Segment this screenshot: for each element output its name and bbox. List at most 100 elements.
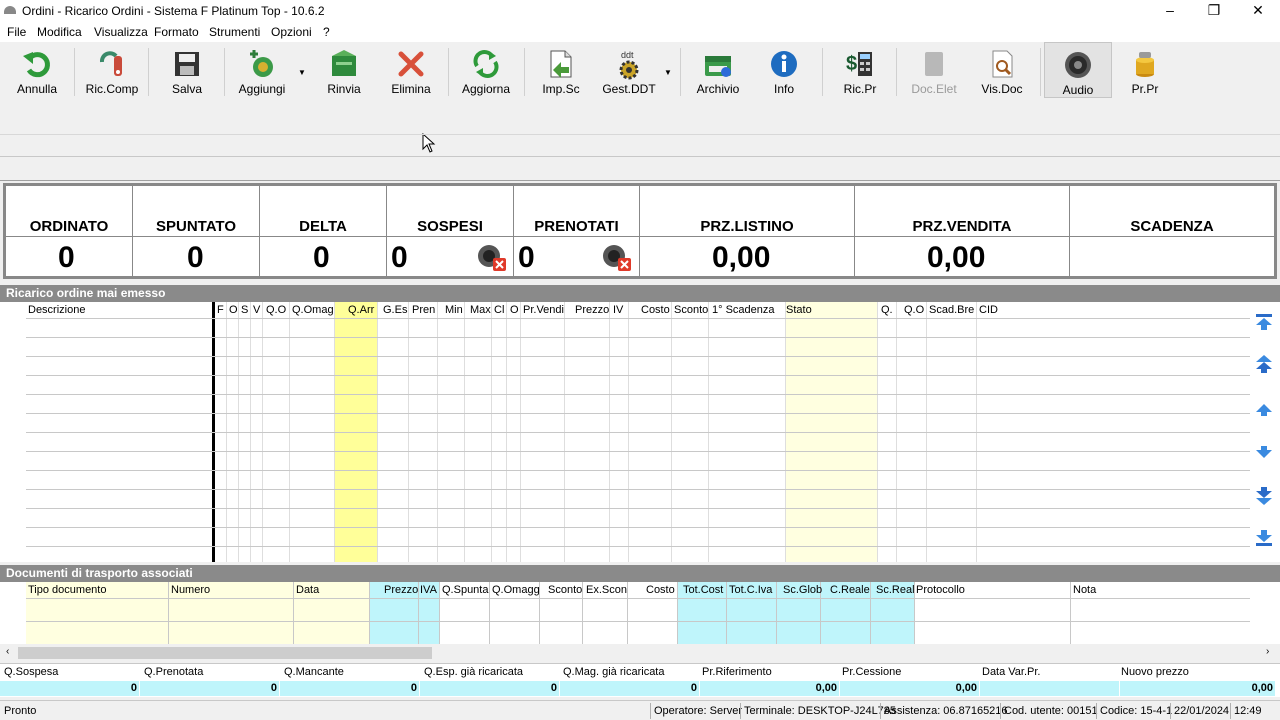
- table-row[interactable]: [26, 375, 1250, 376]
- table-row[interactable]: [26, 337, 1250, 338]
- col-header-qo[interactable]: Q.O: [266, 304, 286, 316]
- col-header-numero[interactable]: Numero: [171, 584, 210, 596]
- menu-strumenti[interactable]: Strumenti: [209, 25, 260, 39]
- menu-modifica[interactable]: Modifica: [37, 25, 82, 39]
- minimize-button[interactable]: –: [1148, 0, 1192, 22]
- page-down-icon[interactable]: [1254, 486, 1274, 506]
- scroll-bottom-icon[interactable]: [1254, 528, 1274, 548]
- prenotati-clear-icon[interactable]: [600, 242, 634, 274]
- archivio-button[interactable]: Archivio: [690, 42, 746, 98]
- pr-cessione-field[interactable]: 0,00: [840, 681, 980, 696]
- sospesi-clear-icon[interactable]: [475, 242, 509, 274]
- col-header-creale[interactable]: C.Reale: [830, 584, 870, 596]
- table-row[interactable]: [26, 621, 1250, 622]
- col-header-pren[interactable]: Pren: [412, 304, 435, 316]
- col-header-cid[interactable]: CID: [979, 304, 998, 316]
- col-header-sconto[interactable]: Sconto: [548, 584, 582, 596]
- col-header-tipo-documento[interactable]: Tipo documento: [28, 584, 106, 596]
- table-row[interactable]: [26, 356, 1250, 357]
- aggiungi-dropdown-arrow[interactable]: ▼: [298, 68, 306, 77]
- documenti-grid[interactable]: Tipo documento Numero Data Prezzo IVA Q.…: [0, 582, 1280, 644]
- audio-button[interactable]: Audio: [1044, 42, 1112, 98]
- restore-button[interactable]: ❐: [1192, 0, 1236, 22]
- scroll-right-icon[interactable]: ›: [1266, 646, 1269, 657]
- gest-ddt-button[interactable]: ddt Gest.DDT: [598, 42, 660, 98]
- col-header-o[interactable]: O: [229, 304, 238, 316]
- col-header-s[interactable]: S: [241, 304, 248, 316]
- col-header-qspunta[interactable]: Q.Spunta: [442, 584, 488, 596]
- col-header-cl[interactable]: Cl: [494, 304, 504, 316]
- pr-riferimento-field[interactable]: 0,00: [700, 681, 840, 696]
- ric-comp-button[interactable]: Ric.Comp: [84, 42, 140, 98]
- col-header-iv[interactable]: IV: [613, 304, 623, 316]
- table-row[interactable]: [26, 451, 1250, 452]
- page-up-icon[interactable]: [1254, 354, 1274, 374]
- col-header-scadbre[interactable]: Scad.Bre: [929, 304, 974, 316]
- menu-opzioni[interactable]: Opzioni: [271, 25, 312, 39]
- salva-button[interactable]: Salva: [160, 42, 214, 98]
- q-sospesa-field[interactable]: 0: [0, 681, 140, 696]
- col-header-descrizione[interactable]: Descrizione: [28, 304, 85, 316]
- col-header-exscon[interactable]: Ex.Scon: [586, 584, 627, 596]
- annulla-button[interactable]: Annulla: [10, 42, 64, 98]
- q-mancante-field[interactable]: 0: [280, 681, 420, 696]
- col-header-qarr[interactable]: Q.Arr: [348, 304, 374, 316]
- col-header-v[interactable]: V: [253, 304, 260, 316]
- col-header-max[interactable]: Max: [470, 304, 491, 316]
- col-header-nota[interactable]: Nota: [1073, 584, 1096, 596]
- col-header-prezzo[interactable]: Prezzo: [384, 584, 418, 596]
- menu-help[interactable]: ?: [323, 25, 330, 39]
- col-header-costo[interactable]: Costo: [641, 304, 670, 316]
- col-header-prezzo[interactable]: Prezzo: [575, 304, 609, 316]
- horizontal-scrollbar[interactable]: ‹ ›: [0, 644, 1280, 662]
- q-esp-ricaricata-field[interactable]: 0: [420, 681, 560, 696]
- ric-pr-button[interactable]: $ Ric.Pr: [834, 42, 886, 98]
- col-header-f[interactable]: F: [217, 304, 224, 316]
- q-mag-ricaricata-field[interactable]: 0: [560, 681, 700, 696]
- col-header-sconto[interactable]: Sconto: [674, 304, 708, 316]
- ricarico-grid[interactable]: Descrizione F O S V Q.O Q.Omag Q.Arr G.E…: [0, 302, 1280, 562]
- elimina-button[interactable]: Elimina: [384, 42, 438, 98]
- col-header-stato[interactable]: Stato: [786, 304, 812, 316]
- table-row[interactable]: [26, 470, 1250, 471]
- col-header-protocollo[interactable]: Protocollo: [916, 584, 965, 596]
- table-row[interactable]: [26, 508, 1250, 509]
- q-prenotata-field[interactable]: 0: [140, 681, 280, 696]
- row-up-icon[interactable]: [1254, 400, 1274, 420]
- table-row[interactable]: [26, 318, 1250, 319]
- col-header-prvendi[interactable]: Pr.Vendi: [523, 304, 564, 316]
- menu-visualizza[interactable]: Visualizza: [94, 25, 148, 39]
- scrollbar-thumb[interactable]: [18, 647, 432, 659]
- col-header-ges[interactable]: G.Es: [383, 304, 407, 316]
- table-row[interactable]: [26, 413, 1250, 414]
- col-header-min[interactable]: Min: [445, 304, 463, 316]
- col-header-scadenza[interactable]: 1° Scadenza: [712, 304, 775, 316]
- row-down-icon[interactable]: [1254, 442, 1274, 462]
- pr-pr-button[interactable]: Pr.Pr: [1120, 42, 1170, 98]
- scroll-top-icon[interactable]: [1254, 312, 1274, 332]
- col-header-scglob[interactable]: Sc.Glob: [783, 584, 822, 596]
- col-header-costo[interactable]: Costo: [646, 584, 675, 596]
- col-header-q[interactable]: Q.: [881, 304, 893, 316]
- col-header-qomag[interactable]: Q.Omag: [292, 304, 334, 316]
- table-row[interactable]: [26, 598, 1250, 599]
- col-header-iva[interactable]: IVA: [420, 584, 437, 596]
- col-header-qo2[interactable]: Q.O: [904, 304, 924, 316]
- gest-ddt-dropdown-arrow[interactable]: ▼: [664, 68, 672, 77]
- info-button[interactable]: Info: [760, 42, 808, 98]
- aggiungi-button[interactable]: Aggiungi: [232, 42, 292, 98]
- table-row[interactable]: [26, 546, 1250, 547]
- col-header-totciva[interactable]: Tot.C.Iva: [729, 584, 772, 596]
- nuovo-prezzo-field[interactable]: 0,00: [1120, 681, 1276, 696]
- close-button[interactable]: ✕: [1236, 0, 1280, 22]
- scroll-left-icon[interactable]: ‹: [6, 646, 9, 657]
- col-header-qomagg[interactable]: Q.Omagg: [492, 584, 540, 596]
- aggiorna-button[interactable]: Aggiorna: [456, 42, 516, 98]
- col-header-o2[interactable]: O: [510, 304, 519, 316]
- menu-formato[interactable]: Formato: [154, 25, 199, 39]
- menu-file[interactable]: File: [7, 25, 26, 39]
- col-header-totcost[interactable]: Tot.Cost: [683, 584, 723, 596]
- vis-doc-button[interactable]: Vis.Doc: [974, 42, 1030, 98]
- table-row[interactable]: [26, 527, 1250, 528]
- table-row[interactable]: [26, 489, 1250, 490]
